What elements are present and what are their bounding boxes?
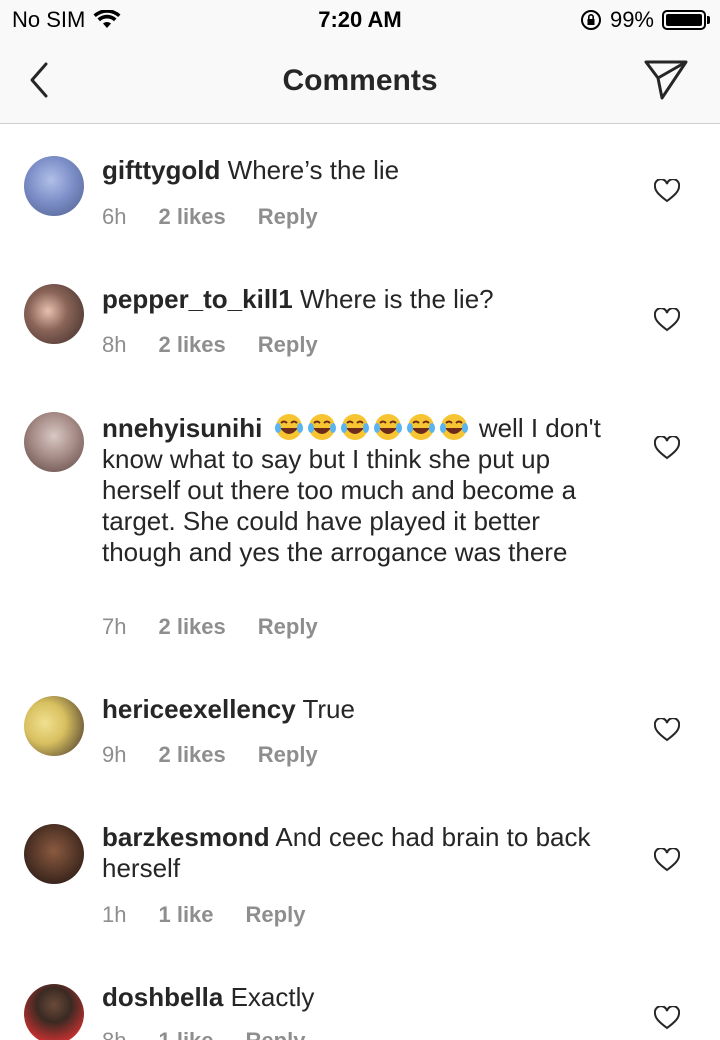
laughing-crying-emoji-icon <box>274 414 303 440</box>
navigation-bar: Comments <box>0 40 720 124</box>
reply-button[interactable]: Reply <box>258 332 318 358</box>
comment-item: doshbella Exactly 8h 1 like Reply <box>0 956 720 1040</box>
reply-button[interactable]: Reply <box>258 204 318 230</box>
comment-time: 6h <box>102 204 127 229</box>
comment-body: Exactly <box>230 982 315 1012</box>
likes-count[interactable]: 1 like <box>158 902 213 928</box>
comment-meta: 7h 2 likes Reply <box>102 614 318 640</box>
laughing-crying-emoji-icon <box>373 414 402 440</box>
heart-icon[interactable] <box>654 848 680 872</box>
comment-item: pepper_to_kill1 Where is the lie? 8h 2 l… <box>0 254 720 384</box>
comment-body: True <box>302 694 355 724</box>
orientation-lock-icon <box>580 10 601 30</box>
likes-count[interactable]: 2 likes <box>158 614 225 640</box>
likes-count[interactable]: 2 likes <box>158 332 225 358</box>
reply-button[interactable]: Reply <box>258 614 318 640</box>
comment-text: pepper_to_kill1 Where is the lie? <box>102 284 612 315</box>
comment-meta: 8h 1 like Reply <box>102 1028 305 1040</box>
comment-meta: 6h 2 likes Reply <box>102 204 318 230</box>
comment-username[interactable]: doshbella <box>102 982 223 1012</box>
avatar[interactable] <box>24 412 84 472</box>
laughing-crying-emoji-icon <box>307 414 336 440</box>
battery-icon <box>662 10 710 30</box>
emoji-group <box>274 413 479 443</box>
heart-icon[interactable] <box>654 1006 680 1030</box>
heart-icon[interactable] <box>654 179 680 203</box>
comment-item: gifttygold Where’s the lie 6h 2 likes Re… <box>0 124 720 254</box>
comment-meta: 1h 1 like Reply <box>102 902 305 928</box>
comment-item: hericeexellency True 9h 2 likes Reply <box>0 666 720 796</box>
battery-percent: 99% <box>609 7 654 32</box>
comment-username[interactable]: barzkesmond <box>102 822 270 852</box>
comment-item: barzkesmond And ceec had brain to back h… <box>0 796 720 956</box>
comment-meta: 9h 2 likes Reply <box>102 742 318 768</box>
comment-body: Where’s the lie <box>227 155 400 185</box>
comment-text: gifttygold Where’s the lie <box>102 155 612 186</box>
laughing-crying-emoji-icon <box>406 414 435 440</box>
heart-icon[interactable] <box>654 436 680 460</box>
comment-text: barzkesmond And ceec had brain to back h… <box>102 822 612 884</box>
avatar[interactable] <box>24 984 84 1040</box>
laughing-crying-emoji-icon <box>439 414 468 440</box>
likes-count[interactable]: 1 like <box>158 1028 213 1040</box>
comment-username[interactable]: hericeexellency <box>102 694 296 724</box>
comment-time: 8h <box>102 332 127 357</box>
comment-username[interactable]: nnehyisunihi <box>102 413 262 443</box>
status-bar: No SIM 7:20 AM 99% <box>0 0 720 40</box>
avatar[interactable] <box>24 284 84 344</box>
direct-message-icon[interactable] <box>642 56 690 104</box>
avatar[interactable] <box>24 696 84 756</box>
reply-button[interactable]: Reply <box>246 902 306 928</box>
likes-count[interactable]: 2 likes <box>158 742 225 768</box>
avatar[interactable] <box>24 156 84 216</box>
comment-item: nnehyisunihi well I don't know what to s… <box>0 384 720 684</box>
comment-meta: 8h 2 likes Reply <box>102 332 318 358</box>
comment-body: Where is the lie? <box>299 284 494 314</box>
comment-username[interactable]: gifttygold <box>102 155 220 185</box>
reply-button[interactable]: Reply <box>258 742 318 768</box>
comment-time: 7h <box>102 614 127 639</box>
heart-icon[interactable] <box>654 718 680 742</box>
page-title: Comments <box>282 64 438 97</box>
laughing-crying-emoji-icon <box>340 414 369 440</box>
avatar[interactable] <box>24 824 84 884</box>
comment-text: nnehyisunihi well I don't know what to s… <box>102 412 612 568</box>
heart-icon[interactable] <box>654 308 680 332</box>
reply-button[interactable]: Reply <box>246 1028 306 1040</box>
comment-time: 1h <box>102 902 127 927</box>
likes-count[interactable]: 2 likes <box>158 204 225 230</box>
comment-time: 8h <box>102 1028 126 1040</box>
comment-username[interactable]: pepper_to_kill1 <box>102 284 293 314</box>
comment-text: doshbella Exactly <box>102 982 612 1013</box>
comment-text: hericeexellency True <box>102 694 612 725</box>
comment-time: 9h <box>102 742 127 767</box>
